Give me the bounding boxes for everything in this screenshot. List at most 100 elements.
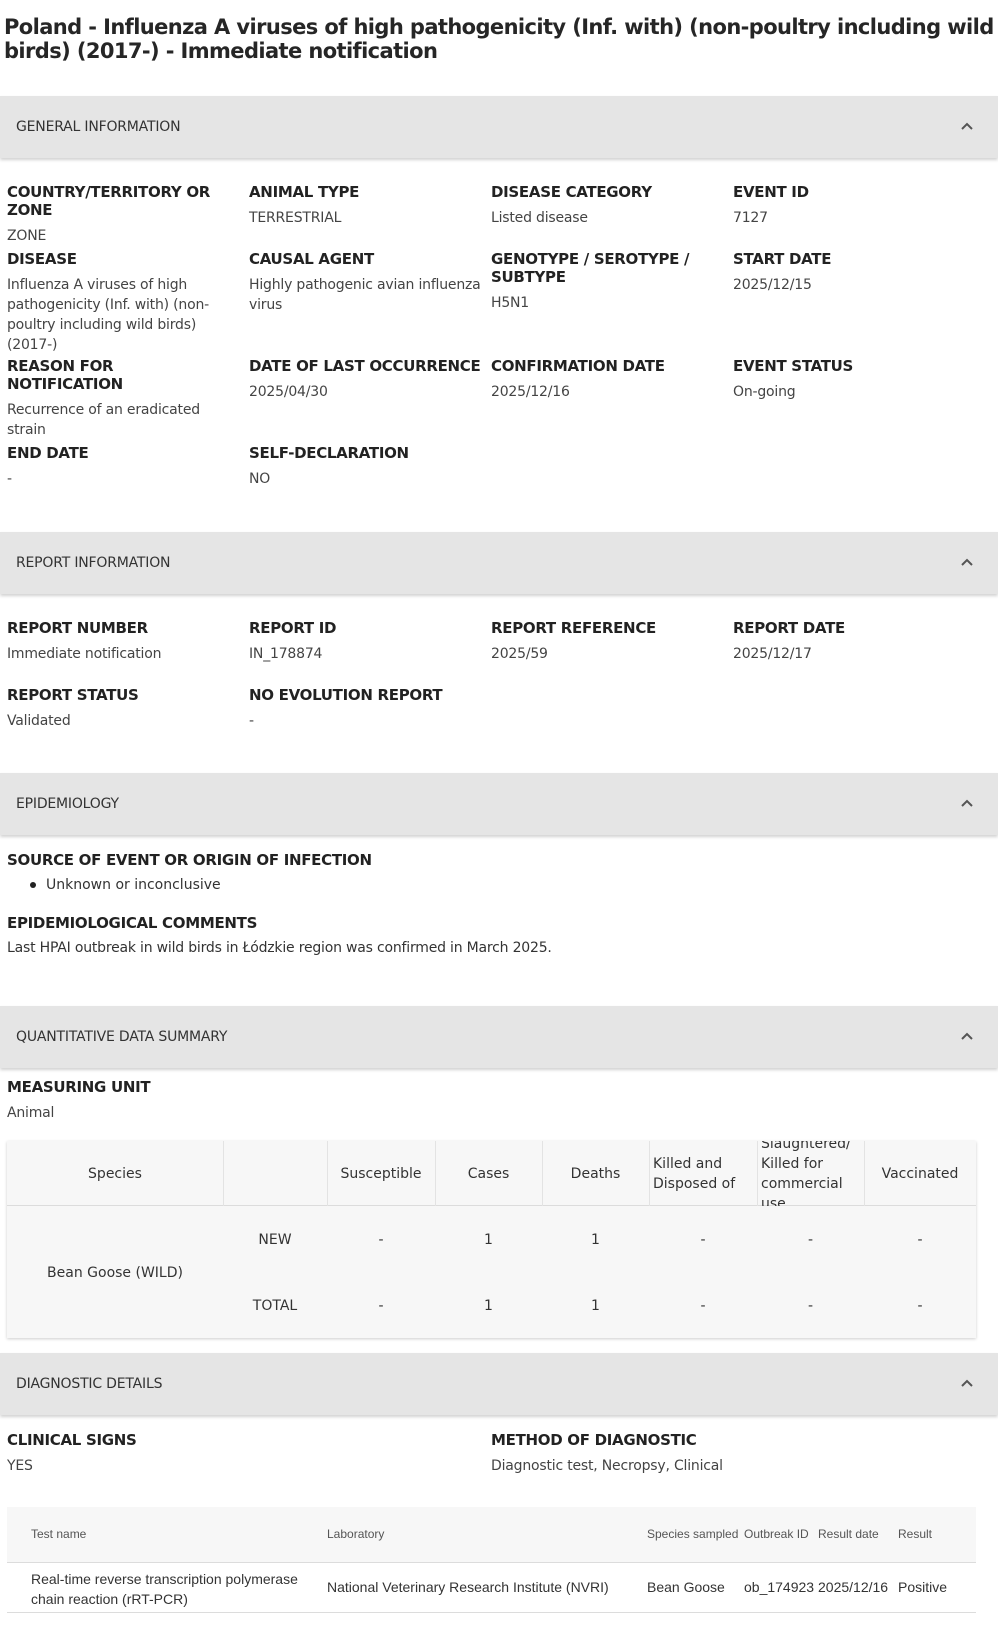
cell-value: - bbox=[807, 1298, 814, 1314]
field-label: CAUSAL AGENT bbox=[249, 250, 374, 268]
epidemiology-header[interactable]: EPIDEMIOLOGY bbox=[0, 773, 998, 835]
cell-value: - bbox=[917, 1298, 923, 1314]
field-value: ZONE bbox=[7, 228, 47, 244]
column-header-species-sampled: Species sampled bbox=[647, 1527, 739, 1541]
column-header-slaughtered: Slaughtered/ Killed for commercial use bbox=[761, 1141, 851, 1206]
field-label: START DATE bbox=[733, 250, 832, 268]
diagnostic-details-header[interactable]: DIAGNOSTIC DETAILS bbox=[0, 1353, 998, 1415]
report-reference-field: REPORT REFERENCE 2025/59 bbox=[491, 619, 726, 664]
method-of-diagnostic-field: METHOD OF DIAGNOSTIC Diagnostic test, Ne… bbox=[491, 1431, 961, 1476]
epidemiological-comments-text: Last HPAI outbreak in wild birds in Łódz… bbox=[7, 940, 552, 956]
field-label: DISEASE CATEGORY bbox=[491, 183, 652, 201]
chevron-up-icon[interactable] bbox=[958, 118, 976, 136]
result-date-cell: 2025/12/16 bbox=[818, 1579, 889, 1595]
field-label: EVENT STATUS bbox=[733, 357, 854, 375]
column-header-cases: Cases bbox=[467, 1165, 510, 1182]
field-label: REASON FOR NOTIFICATION bbox=[7, 357, 123, 393]
field-value: On-going bbox=[733, 384, 796, 400]
result-cell: Positive bbox=[898, 1579, 948, 1595]
genotype-field: GENOTYPE / SEROTYPE / SUBTYPE H5N1 bbox=[491, 250, 701, 313]
field-label: REPORT ID bbox=[249, 619, 337, 637]
chevron-up-icon[interactable] bbox=[958, 554, 976, 572]
field-value: 2025/59 bbox=[491, 646, 548, 662]
column-header-result-date: Result date bbox=[818, 1527, 879, 1541]
field-value: 2025/12/16 bbox=[491, 384, 570, 400]
causal-agent-field: CAUSAL AGENT Highly pathogenic avian inf… bbox=[249, 250, 489, 315]
cell-value: 1 bbox=[484, 1232, 493, 1248]
cell-value: - bbox=[917, 1232, 923, 1248]
column-header-susceptible: Susceptible bbox=[340, 1165, 422, 1182]
field-value: IN_178874 bbox=[249, 646, 323, 662]
field-label: MEASURING UNIT bbox=[7, 1078, 151, 1096]
field-value: Highly pathogenic avian influenza virus bbox=[249, 277, 481, 313]
field-value: - bbox=[249, 713, 254, 729]
table-header: Test name Laboratory Species sampled Out… bbox=[7, 1507, 976, 1563]
field-value: Diagnostic test, Necropsy, Clinical bbox=[491, 1458, 723, 1474]
epidemiological-comments-field: EPIDEMIOLOGICAL COMMENTS bbox=[7, 914, 607, 932]
field-label: EVENT ID bbox=[733, 183, 809, 201]
cell-value: - bbox=[378, 1298, 384, 1314]
column-header-vaccinated: Vaccinated bbox=[881, 1165, 959, 1182]
table-row: Real-time reverse transcription polymera… bbox=[7, 1563, 976, 1613]
confirmation-date-field: CONFIRMATION DATE 2025/12/16 bbox=[491, 357, 726, 402]
disease-category-field: DISEASE CATEGORY Listed disease bbox=[491, 183, 726, 228]
field-value: 2025/12/15 bbox=[733, 277, 812, 293]
cell-value: 1 bbox=[591, 1232, 600, 1248]
column-header-deaths: Deaths bbox=[570, 1165, 621, 1182]
quantitative-data-header[interactable]: QUANTITATIVE DATA SUMMARY bbox=[0, 1006, 998, 1068]
clinical-signs-field: CLINICAL SIGNS YES bbox=[7, 1431, 407, 1476]
section-title: REPORT INFORMATION bbox=[16, 555, 171, 571]
report-information-header[interactable]: REPORT INFORMATION bbox=[0, 532, 998, 594]
row-label-new: NEW bbox=[258, 1232, 292, 1248]
table-header: Species Susceptible Cases Deaths Killed … bbox=[7, 1141, 976, 1206]
field-value: YES bbox=[7, 1458, 33, 1474]
cell-value: 1 bbox=[591, 1298, 600, 1314]
field-label: SELF-DECLARATION bbox=[249, 444, 409, 462]
field-value: Immediate notification bbox=[7, 646, 162, 662]
no-evolution-report-field: NO EVOLUTION REPORT - bbox=[249, 686, 484, 731]
field-label: DISEASE bbox=[7, 250, 77, 268]
laboratory-cell: National Veterinary Research Institute (… bbox=[327, 1579, 609, 1595]
section-title: EPIDEMIOLOGY bbox=[16, 796, 119, 812]
field-label: REPORT DATE bbox=[733, 619, 845, 637]
field-value: Listed disease bbox=[491, 210, 588, 226]
chevron-up-icon[interactable] bbox=[958, 1375, 976, 1393]
column-header-killed-disposed: Killed and Disposed of bbox=[653, 1155, 736, 1192]
field-value: - bbox=[7, 471, 12, 487]
source-item-text: Unknown or inconclusive bbox=[46, 877, 221, 893]
field-label: CONFIRMATION DATE bbox=[491, 357, 665, 375]
field-label: CLINICAL SIGNS bbox=[7, 1431, 137, 1449]
field-value: 2025/12/17 bbox=[733, 646, 812, 662]
section-title: DIAGNOSTIC DETAILS bbox=[16, 1376, 163, 1392]
species-cell: Bean Goose (WILD) bbox=[47, 1265, 183, 1281]
source-of-event-field: SOURCE OF EVENT OR ORIGIN OF INFECTION bbox=[7, 851, 607, 869]
self-declaration-field: SELF-DECLARATION NO bbox=[249, 444, 484, 489]
chevron-up-icon[interactable] bbox=[958, 1028, 976, 1046]
field-label: DATE OF LAST OCCURRENCE bbox=[249, 357, 481, 375]
field-label: REPORT NUMBER bbox=[7, 619, 148, 637]
field-value: TERRESTRIAL bbox=[249, 210, 342, 226]
last-occurrence-field: DATE OF LAST OCCURRENCE 2025/04/30 bbox=[249, 357, 484, 402]
field-label: REPORT STATUS bbox=[7, 686, 139, 704]
field-label: NO EVOLUTION REPORT bbox=[249, 686, 443, 704]
test-name-cell: Real-time reverse transcription polymera… bbox=[31, 1571, 298, 1607]
measuring-unit-field: MEASURING UNIT Animal bbox=[7, 1078, 407, 1123]
row-label-total: TOTAL bbox=[252, 1298, 298, 1314]
column-header-outbreak-id: Outbreak ID bbox=[744, 1527, 809, 1541]
general-information-header[interactable]: GENERAL INFORMATION bbox=[0, 96, 998, 158]
country-zone-field: COUNTRY/TERRITORY OR ZONE ZONE bbox=[7, 183, 247, 246]
section-title: QUANTITATIVE DATA SUMMARY bbox=[16, 1029, 228, 1045]
field-label: COUNTRY/TERRITORY OR ZONE bbox=[7, 183, 211, 219]
end-date-field: END DATE - bbox=[7, 444, 242, 489]
field-label: EPIDEMIOLOGICAL COMMENTS bbox=[7, 914, 258, 932]
start-date-field: START DATE 2025/12/15 bbox=[733, 250, 968, 295]
cell-value: - bbox=[700, 1298, 706, 1314]
section-title: GENERAL INFORMATION bbox=[16, 119, 181, 135]
field-value: Influenza A viruses of high pathogenicit… bbox=[7, 277, 209, 353]
event-id-field: EVENT ID 7127 bbox=[733, 183, 968, 228]
chevron-up-icon[interactable] bbox=[958, 795, 976, 813]
field-value: NO bbox=[249, 471, 271, 487]
source-list: Unknown or inconclusive bbox=[30, 877, 221, 893]
field-label: SOURCE OF EVENT OR ORIGIN OF INFECTION bbox=[7, 851, 372, 869]
animal-type-field: ANIMAL TYPE TERRESTRIAL bbox=[249, 183, 484, 228]
